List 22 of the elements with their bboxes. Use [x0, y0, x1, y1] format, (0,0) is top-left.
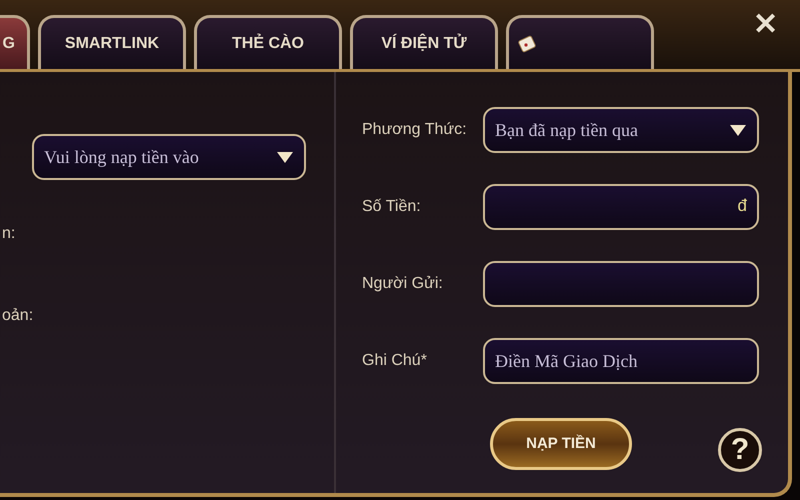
field-label: Phương Thức: — [362, 120, 468, 140]
tab[interactable] — [506, 15, 654, 69]
dropdown-arrow-icon — [729, 124, 747, 136]
tab[interactable]: THẺ CÀO — [194, 15, 342, 69]
field-label: Ghi Chú* — [362, 351, 428, 371]
currency-suffix: đ — [738, 196, 747, 216]
input-field[interactable]: Điền Mã Giao Dịch — [483, 338, 759, 384]
close-button[interactable]: ✕ — [753, 10, 778, 40]
field-label: Người Gửi: — [362, 274, 444, 294]
input-field[interactable] — [483, 184, 759, 230]
input-field[interactable] — [483, 261, 759, 307]
tab[interactable]: G — [0, 15, 30, 69]
field-label: n: — [2, 224, 16, 244]
dropdown-arrow-icon — [276, 150, 294, 164]
field-label: Số Tiền: — [362, 197, 422, 217]
field-label: oản: — [2, 306, 34, 326]
submit-button[interactable]: NẠP TIỀN — [490, 418, 632, 470]
help-button[interactable]: ? — [718, 428, 762, 472]
tab[interactable]: VÍ ĐIỆN TỬ — [350, 15, 498, 69]
dropdown[interactable]: Vui lòng nạp tiền vào — [32, 134, 306, 180]
dropdown[interactable]: Bạn đã nạp tiền qua — [483, 107, 759, 153]
tab[interactable]: SMARTLINK — [38, 15, 186, 69]
